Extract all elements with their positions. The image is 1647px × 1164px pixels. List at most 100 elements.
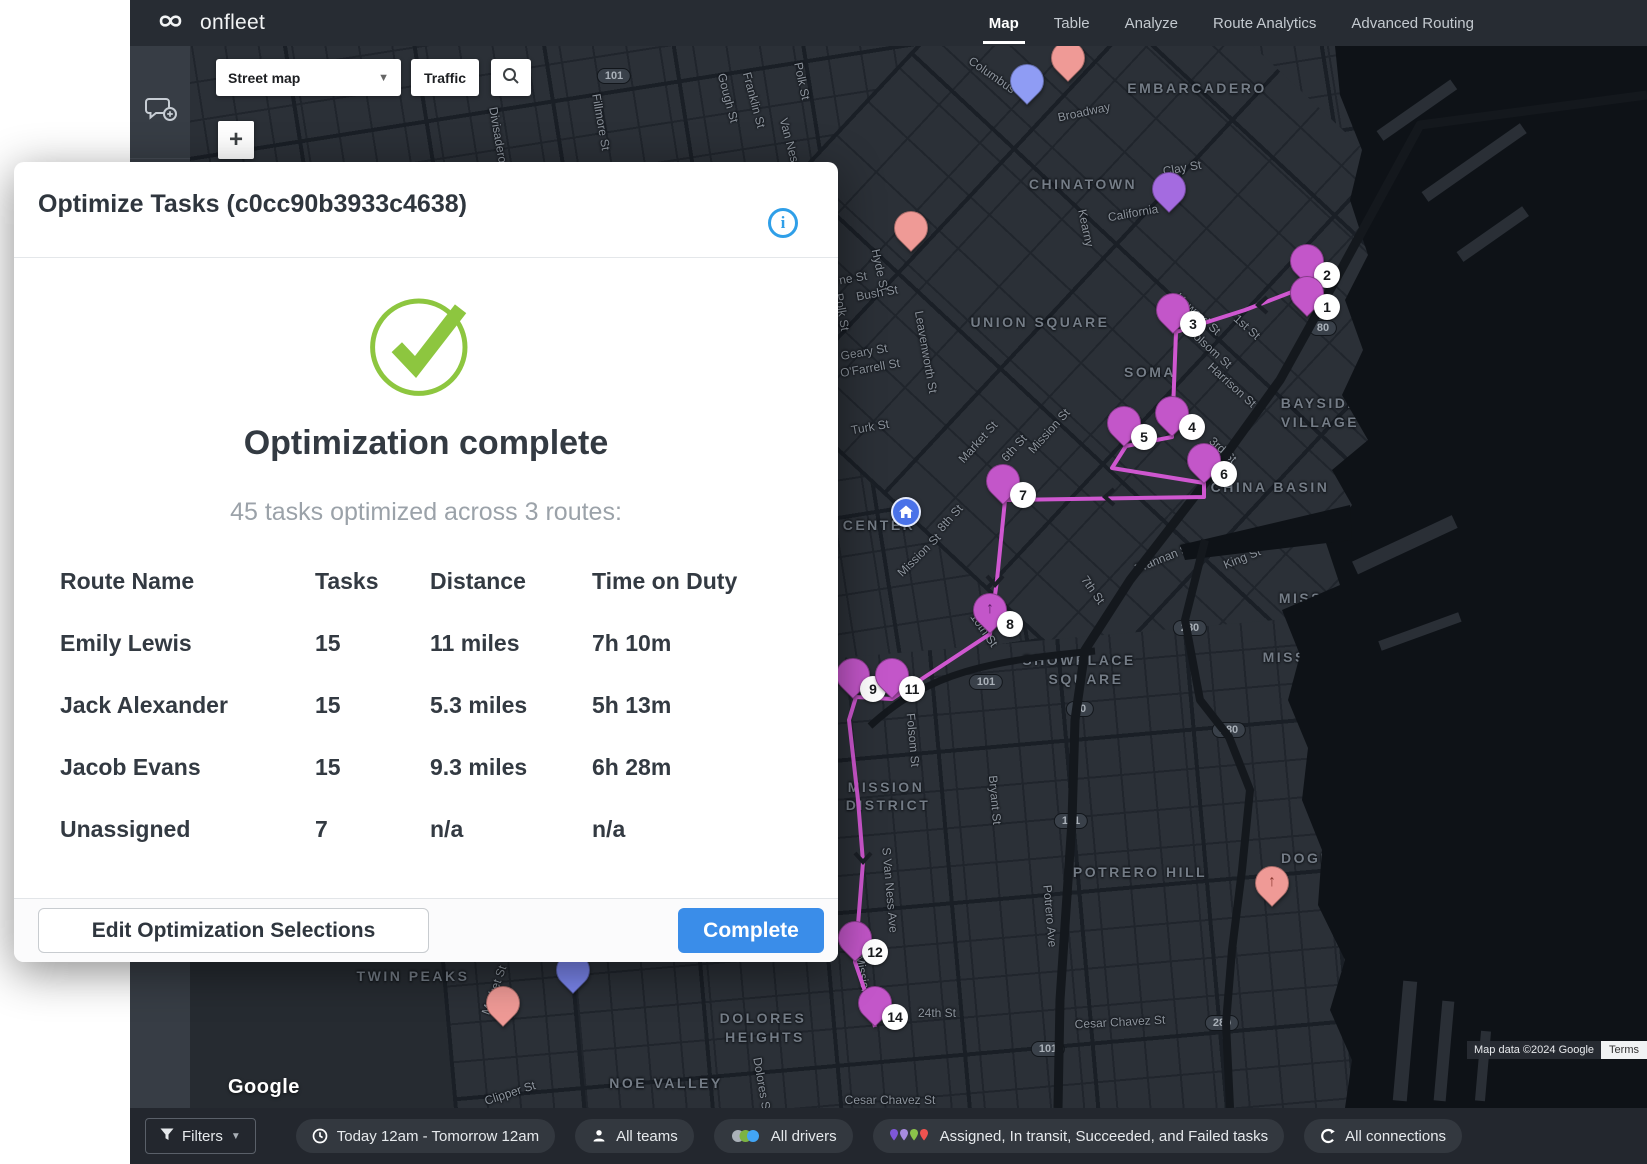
table-cell: n/a <box>430 816 592 843</box>
onfleet-infinity-icon <box>150 9 190 38</box>
nav-item-map[interactable]: Map <box>989 0 1019 46</box>
task-pins-icon <box>889 1128 931 1145</box>
column-header: Route Name <box>60 568 315 595</box>
task-pin-badge-11: 11 <box>899 676 925 702</box>
pill-label: All connections <box>1345 1128 1446 1145</box>
drivers-icon <box>730 1128 762 1144</box>
top-nav: onfleet Map Table Analyze Route Analytics Ad… <box>130 0 1647 46</box>
table-cell: 5.3 miles <box>430 692 592 719</box>
zoom-in-button[interactable]: + <box>218 121 254 159</box>
pill-label: All drivers <box>771 1128 837 1145</box>
filters-button[interactable]: Filters ▼ <box>145 1118 256 1154</box>
edit-optimization-button[interactable]: Edit Optimization Selections <box>38 908 429 953</box>
pill-label: Assigned, In transit, Succeeded, and Fai… <box>940 1128 1269 1145</box>
modal-title: Optimize Tasks (c0cc90b3933c4638) <box>38 190 467 219</box>
table-cell: Unassigned <box>60 816 315 843</box>
filter-pill-assigned-in-transit-succeeded-[interactable]: Assigned, In transit, Succeeded, and Fai… <box>873 1119 1285 1153</box>
optimization-complete-heading: Optimization complete <box>14 424 838 463</box>
table-cell: n/a <box>592 816 798 843</box>
bottom-filter-bar: Filters ▼ Today 12am - Tomorrow 12am All … <box>130 1108 1647 1164</box>
table-cell: 6h 28m <box>592 754 798 781</box>
table-row: Jack Alexander155.3 miles5h 13m <box>60 674 798 736</box>
complete-button[interactable]: Complete <box>678 908 824 953</box>
task-pin-salmon-0[interactable] <box>887 204 935 252</box>
table-cell: 15 <box>315 630 430 657</box>
chat-add-icon[interactable] <box>145 96 177 129</box>
table-cell: Jack Alexander <box>60 692 315 719</box>
task-pin-blueviolet-1[interactable] <box>1003 57 1051 105</box>
info-icon[interactable]: i <box>768 208 798 238</box>
filter-pills: Today 12am - Tomorrow 12am All teams All d… <box>296 1119 1462 1153</box>
map-layer-select[interactable]: Street map ▼ <box>216 59 401 96</box>
table-cell: 11 miles <box>430 630 592 657</box>
optimization-summary: 45 tasks optimized across 3 routes: <box>14 498 838 527</box>
table-cell: 9.3 miles <box>430 754 592 781</box>
teams-icon <box>591 1128 607 1144</box>
traffic-toggle-button[interactable]: Traffic <box>411 59 479 96</box>
onfleet-logo-text: onfleet <box>200 11 265 35</box>
filters-label: Filters <box>182 1128 223 1145</box>
table-row: Emily Lewis1511 miles7h 10m <box>60 612 798 674</box>
table-cell: 7h 10m <box>592 630 798 657</box>
task-pin-salmon-2[interactable] <box>1044 46 1092 82</box>
task-pin-badge-1: 1 <box>1314 294 1340 320</box>
column-header: Tasks <box>315 568 430 595</box>
task-pin-badge-7: 7 <box>1010 482 1036 508</box>
modal-header: Optimize Tasks (c0cc90b3933c4638) i <box>14 162 838 258</box>
column-header: Distance <box>430 568 592 595</box>
filter-pill-all-teams[interactable]: All teams <box>575 1119 694 1153</box>
nav-item-table[interactable]: Table <box>1054 0 1090 46</box>
home-icon <box>898 505 914 519</box>
task-pin-badge-14: 14 <box>882 1004 908 1030</box>
task-pin-badge-4: 4 <box>1179 414 1205 440</box>
map-attribution: Map data ©2024 Google Terms <box>1467 1041 1647 1059</box>
filter-pill-today-12am-tomorrow-12am[interactable]: Today 12am - Tomorrow 12am <box>296 1119 555 1153</box>
map-layer-value: Street map <box>228 70 300 86</box>
routes-table: Route NameTasksDistanceTime on DutyEmily… <box>60 550 798 860</box>
table-cell: 15 <box>315 754 430 781</box>
map-data-credit: Map data ©2024 Google <box>1467 1041 1601 1059</box>
filter-pill-all-connections[interactable]: All connections <box>1304 1119 1462 1153</box>
task-pin-badge-5: 5 <box>1131 424 1157 450</box>
task-pin-badge-12: 12 <box>862 939 888 965</box>
modal-footer: Edit Optimization Selections Complete <box>14 898 838 962</box>
table-row: Jacob Evans159.3 miles6h 28m <box>60 736 798 798</box>
chevron-down-icon: ▼ <box>378 72 389 84</box>
nav-item-advanced-routing[interactable]: Advanced Routing <box>1351 0 1474 46</box>
task-pin-badge-6: 6 <box>1211 461 1237 487</box>
google-logo[interactable]: Google <box>228 1076 300 1099</box>
in-transit-arrow-icon: ↑ <box>1268 873 1276 891</box>
in-transit-arrow-icon: ↑ <box>986 600 994 618</box>
table-header-row: Route NameTasksDistanceTime on Duty <box>60 550 798 612</box>
nav-item-analyze[interactable]: Analyze <box>1125 0 1178 46</box>
task-pin-purple-3[interactable] <box>1145 165 1193 213</box>
funnel-icon <box>160 1128 174 1145</box>
terms-link[interactable]: Terms <box>1601 1041 1647 1059</box>
task-pin-badge-3: 3 <box>1180 311 1206 337</box>
table-cell: Jacob Evans <box>60 754 315 781</box>
task-pin-badge-8: 8 <box>997 611 1023 637</box>
optimize-tasks-modal: Optimize Tasks (c0cc90b3933c4638) i Opti… <box>14 162 838 962</box>
chevron-down-icon: ▼ <box>231 1131 241 1142</box>
task-pin-salmon-5[interactable] <box>479 979 527 1027</box>
pill-label: All teams <box>616 1128 678 1145</box>
sidebar-divider <box>130 158 190 159</box>
table-row: Unassigned7n/an/a <box>60 798 798 860</box>
main-nav: Map Table Analyze Route Analytics Advanced R… <box>989 0 1647 46</box>
success-check-icon <box>366 290 476 405</box>
hub-marker[interactable] <box>891 497 921 527</box>
filter-pill-all-drivers[interactable]: All drivers <box>714 1119 853 1153</box>
search-icon <box>501 66 521 89</box>
pill-label: Today 12am - Tomorrow 12am <box>337 1128 539 1145</box>
map-search-button[interactable] <box>491 59 531 96</box>
table-cell: 5h 13m <box>592 692 798 719</box>
nav-item-route-analytics[interactable]: Route Analytics <box>1213 0 1316 46</box>
column-header: Time on Duty <box>592 568 798 595</box>
connections-icon <box>1320 1128 1336 1144</box>
clock-icon <box>312 1128 328 1144</box>
table-cell: 7 <box>315 816 430 843</box>
onfleet-logo: onfleet <box>130 9 265 38</box>
screenshot-stage: onfleet Map Table Analyze Route Analytics Ad… <box>0 0 1647 1164</box>
table-cell: 15 <box>315 692 430 719</box>
table-cell: Emily Lewis <box>60 630 315 657</box>
